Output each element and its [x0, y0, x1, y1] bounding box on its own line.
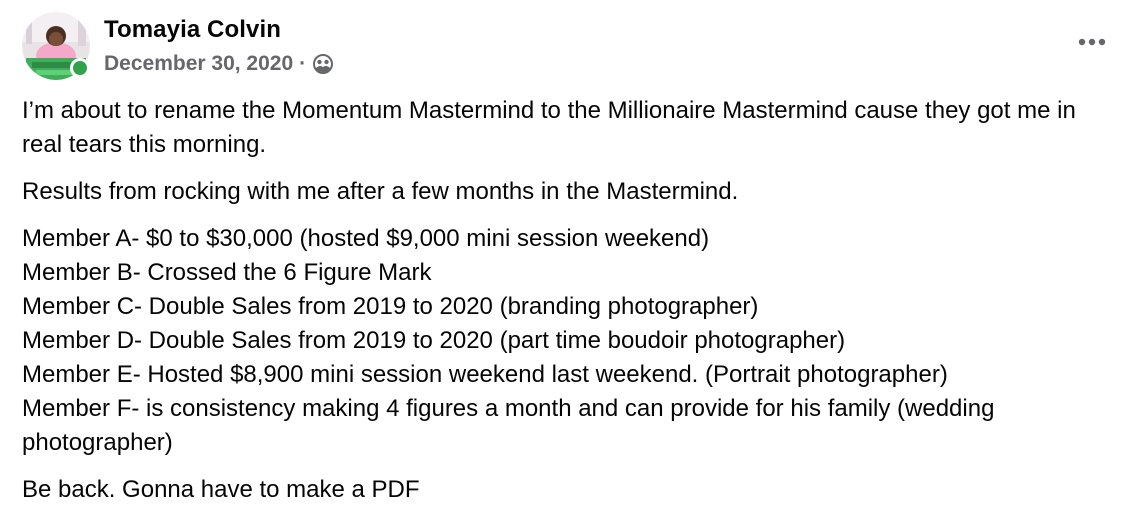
post-text-line: Results from rocking with me after a few… [22, 178, 739, 205]
post-header: Tomayia Colvin December 30, 2020 · [22, 12, 334, 82]
more-options-button[interactable] [1074, 28, 1110, 56]
post-subline: December 30, 2020 · [104, 51, 334, 77]
facebook-post: Tomayia Colvin December 30, 2020 · I’m a… [0, 0, 1140, 510]
online-status-indicator [70, 58, 90, 78]
post-body: I’m about to rename the Momentum Masterm… [22, 94, 1122, 520]
post-paragraph-4: Be back. Gonna have to make a PDF [22, 473, 1122, 507]
member-result-e: Member E- Hosted $8,900 mini session wee… [22, 361, 948, 388]
friends-icon[interactable] [312, 53, 334, 75]
member-result-c: Member C- Double Sales from 2019 to 2020… [22, 293, 759, 320]
member-result-b: Member B- Crossed the 6 Figure Mark [22, 259, 432, 286]
post-text-line: I’m about to rename the Momentum Masterm… [22, 97, 1076, 158]
member-result-a: Member A- $0 to $30,000 (hosted $9,000 m… [22, 225, 710, 252]
post-paragraph-1: I’m about to rename the Momentum Masterm… [22, 94, 1122, 162]
author-name[interactable]: Tomayia Colvin [104, 15, 334, 45]
separator-dot: · [299, 52, 307, 75]
post-paragraph-3: Member A- $0 to $30,000 (hosted $9,000 m… [22, 222, 1122, 460]
post-meta: Tomayia Colvin December 30, 2020 · [104, 12, 334, 77]
member-result-f: Member F- is consistency making 4 figure… [22, 395, 995, 456]
post-text-line: Be back. Gonna have to make a PDF [22, 476, 420, 503]
post-paragraph-2: Results from rocking with me after a few… [22, 175, 1122, 209]
more-options-icon [1078, 38, 1106, 46]
member-result-d: Member D- Double Sales from 2019 to 2020… [22, 327, 846, 354]
author-avatar-container[interactable] [22, 12, 90, 80]
post-date[interactable]: December 30, 2020 [104, 51, 293, 77]
